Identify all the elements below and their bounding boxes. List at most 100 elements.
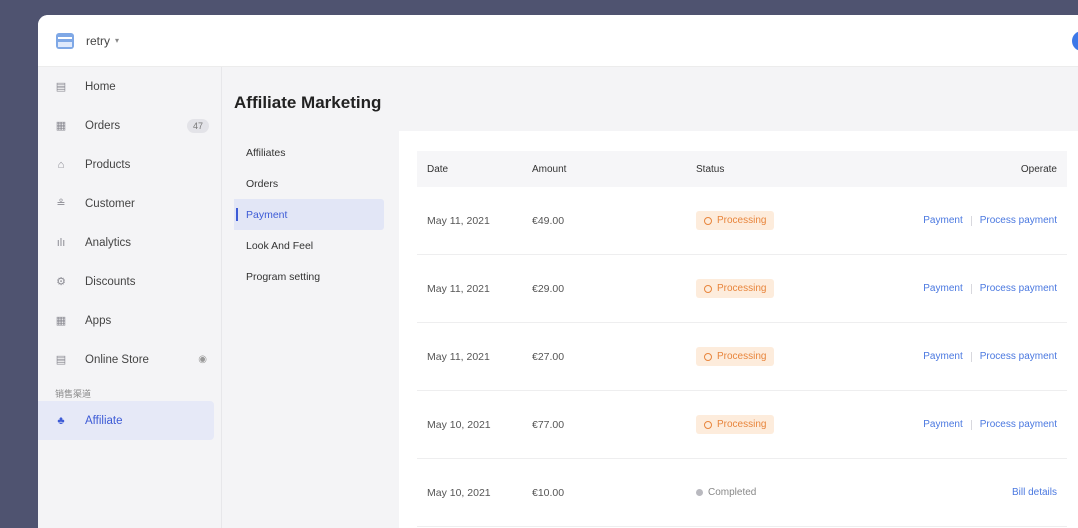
sidebar: ▤ Home ▦ Orders 47 ⌂ Products ≗ Customer…: [38, 67, 222, 528]
subnav-affiliates[interactable]: Affiliates: [234, 137, 384, 168]
sidebar-item-label: Customer: [85, 197, 135, 210]
status-badge: Processing: [696, 279, 775, 298]
sidebar-item-products[interactable]: ⌂ Products: [38, 145, 221, 184]
page-title: Affiliate Marketing: [234, 93, 382, 112]
processing-circle-icon: [704, 216, 712, 225]
payment-panel: Date Amount Status Operate May 11, 2021 …: [399, 131, 1078, 528]
store-icon: [56, 32, 74, 49]
sidebar-item-discounts[interactable]: ⚙ Discounts: [38, 262, 221, 301]
process-payment-link[interactable]: Process payment: [980, 283, 1057, 294]
sidebar-item-home[interactable]: ▤ Home: [38, 67, 221, 106]
discounts-icon: ⚙: [56, 276, 66, 288]
sidebar-item-affiliate[interactable]: ♣ Affiliate: [38, 401, 214, 440]
table-header: Date Amount Status Operate: [417, 151, 1067, 187]
sidebar-item-label: Discounts: [85, 275, 136, 288]
column-header-amount: Amount: [532, 163, 567, 175]
avatar[interactable]: [1072, 31, 1078, 51]
orders-icon: ▦: [55, 120, 67, 132]
column-header-status: Status: [696, 163, 725, 175]
row-status-cell: Completed: [696, 483, 866, 502]
status-badge: Processing: [696, 347, 775, 366]
table-row: May 10, 2021 €10.00 Completed Bill detai…: [417, 459, 1067, 527]
subnav-program-setting[interactable]: Program setting: [234, 261, 384, 292]
payment-link[interactable]: Payment: [923, 351, 962, 362]
row-operate-cell: Payment Process payment: [866, 351, 1067, 362]
eye-icon[interactable]: ◉: [198, 354, 207, 365]
row-date: May 11, 2021: [427, 214, 490, 227]
processing-circle-icon: [704, 284, 712, 293]
payment-link[interactable]: Payment: [923, 283, 962, 294]
sidebar-item-label: Apps: [85, 314, 112, 327]
row-date: May 10, 2021: [427, 418, 491, 431]
table-row: May 11, 2021 €27.00 Processing Payment P…: [417, 323, 1067, 391]
sidebar-item-label: Home: [85, 80, 116, 93]
row-operate-cell: Payment Process payment: [866, 215, 1067, 226]
main-area: Affiliate Marketing Affiliates Orders Pa…: [222, 67, 1078, 528]
sidebar-item-customer[interactable]: ≗ Customer: [38, 184, 221, 223]
divider: [970, 215, 972, 226]
row-status-cell: Processing: [696, 347, 866, 366]
products-icon: ⌂: [57, 158, 65, 171]
processing-circle-icon: [704, 420, 712, 429]
analytics-icon: ılı: [56, 236, 66, 249]
row-amount: €10.00: [532, 486, 565, 499]
process-payment-link[interactable]: Process payment: [980, 419, 1057, 430]
customer-icon: ≗: [56, 198, 66, 210]
column-header-date: Date: [427, 163, 449, 175]
status-label: Processing: [717, 419, 767, 430]
row-date: May 10, 2021: [427, 486, 491, 499]
table-row: May 10, 2021 €77.00 Processing Payment P…: [417, 391, 1067, 459]
row-operate-cell: Payment Process payment: [866, 419, 1067, 430]
status-label: Completed: [708, 487, 757, 498]
row-operate-cell: Bill details: [866, 487, 1067, 498]
row-status-cell: Processing: [696, 211, 866, 230]
sidebar-item-orders[interactable]: ▦ Orders 47: [38, 106, 221, 145]
affiliate-icon: ♣: [57, 414, 65, 427]
row-date: May 11, 2021: [427, 350, 490, 363]
sidebar-item-label: Analytics: [85, 236, 132, 249]
bill-details-link[interactable]: Bill details: [1012, 487, 1057, 498]
process-payment-link[interactable]: Process payment: [980, 351, 1057, 362]
divider: [970, 351, 972, 362]
home-icon: ▤: [55, 81, 67, 93]
status-label: Processing: [717, 283, 767, 294]
divider: [970, 419, 972, 430]
table-row: May 11, 2021 €29.00 Processing Payment P…: [417, 255, 1067, 323]
row-status-cell: Processing: [696, 279, 866, 298]
process-payment-link[interactable]: Process payment: [980, 215, 1057, 226]
subnav-look-and-feel[interactable]: Look And Feel: [234, 230, 384, 261]
row-amount: €27.00: [532, 350, 565, 363]
orders-count-badge: 47: [186, 118, 209, 133]
top-bar: retry ▾: [38, 15, 1078, 67]
status-badge: Processing: [696, 211, 775, 230]
sidebar-item-apps[interactable]: ▦ Apps: [38, 301, 221, 340]
sidebar-item-label: Products: [85, 158, 131, 171]
sales-channels-heading: 销售渠道: [55, 389, 92, 399]
subnav-orders[interactable]: Orders: [234, 168, 384, 199]
sidebar-item-label: Online Store: [85, 353, 149, 366]
row-date: May 11, 2021: [427, 282, 490, 295]
sidebar-item-label: Orders: [85, 119, 121, 132]
sidebar-item-analytics[interactable]: ılı Analytics: [38, 223, 221, 262]
app-window: retry ▾ ▤ Home ▦ Orders 47 ⌂ Products ≗ …: [38, 15, 1078, 528]
status-badge: Processing: [696, 415, 775, 434]
divider: [970, 283, 972, 294]
payment-link[interactable]: Payment: [923, 419, 962, 430]
row-amount: €77.00: [532, 418, 565, 431]
apps-icon: ▦: [55, 315, 67, 327]
status-badge: Completed: [696, 483, 764, 502]
processing-circle-icon: [704, 352, 712, 361]
payments-table: Date Amount Status Operate May 11, 2021 …: [417, 151, 1067, 527]
row-amount: €49.00: [532, 214, 565, 227]
chevron-down-icon[interactable]: ▾: [115, 36, 119, 45]
payment-link[interactable]: Payment: [923, 215, 962, 226]
row-operate-cell: Payment Process payment: [866, 283, 1067, 294]
store-switcher[interactable]: retry: [86, 34, 110, 48]
status-label: Processing: [717, 215, 767, 226]
affiliate-subnav: Affiliates Orders Payment Look And Feel …: [234, 137, 384, 292]
subnav-payment[interactable]: Payment: [234, 199, 384, 230]
table-row: May 11, 2021 €49.00 Processing Payment P…: [417, 187, 1067, 255]
column-header-operate: Operate: [1020, 163, 1057, 175]
completed-dot-icon: [696, 489, 703, 496]
sidebar-item-online-store[interactable]: ▤ Online Store ◉: [38, 340, 221, 379]
